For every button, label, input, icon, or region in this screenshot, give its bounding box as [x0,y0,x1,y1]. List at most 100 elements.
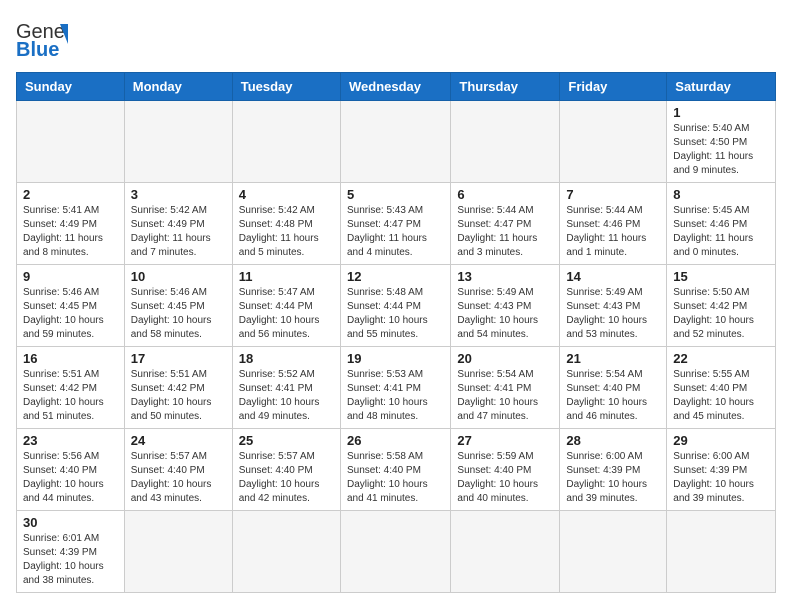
calendar-day-cell: 29 Sunrise: 6:00 AM Sunset: 4:39 PM Dayli… [667,429,776,511]
calendar-day-cell: 11 Sunrise: 5:47 AM Sunset: 4:44 PM Dayli… [232,265,340,347]
day-info: Sunrise: 5:57 AM Sunset: 4:40 PM Dayligh… [131,450,226,506]
day-info: Sunrise: 6:00 AM Sunset: 4:39 PM Dayligh… [566,450,660,506]
calendar-week-row: 1 Sunrise: 5:40 AM Sunset: 4:50 PM Daylig… [17,101,776,183]
day-info: Sunrise: 5:56 AM Sunset: 4:40 PM Dayligh… [23,450,118,506]
day-info: Sunrise: 5:46 AM Sunset: 4:45 PM Dayligh… [131,286,226,342]
day-number: 11 [239,269,334,284]
calendar-day-cell: 23 Sunrise: 5:56 AM Sunset: 4:40 PM Dayli… [17,429,125,511]
day-number: 13 [457,269,553,284]
calendar-day-cell: 14 Sunrise: 5:49 AM Sunset: 4:43 PM Dayli… [560,265,667,347]
day-number: 3 [131,187,226,202]
day-number: 19 [347,351,444,366]
day-info: Sunrise: 5:40 AM Sunset: 4:50 PM Dayligh… [673,122,769,178]
calendar-day-cell [560,101,667,183]
day-number: 8 [673,187,769,202]
day-info: Sunrise: 5:41 AM Sunset: 4:49 PM Dayligh… [23,204,118,260]
day-number: 18 [239,351,334,366]
day-info: Sunrise: 5:46 AM Sunset: 4:45 PM Dayligh… [23,286,118,342]
weekday-header: Tuesday [232,73,340,101]
calendar-day-cell: 4Sunrise: 5:42 AM Sunset: 4:48 PM Daylig… [232,183,340,265]
calendar-body: 1 Sunrise: 5:40 AM Sunset: 4:50 PM Daylig… [17,101,776,593]
day-info: Sunrise: 6:01 AM Sunset: 4:39 PM Dayligh… [23,532,118,588]
day-number: 24 [131,433,226,448]
day-number: 22 [673,351,769,366]
day-number: 1 [673,105,769,120]
calendar-day-cell: 19 Sunrise: 5:53 AM Sunset: 4:41 PM Dayli… [340,347,450,429]
calendar-day-cell: 22 Sunrise: 5:55 AM Sunset: 4:40 PM Dayli… [667,347,776,429]
calendar-day-cell [560,511,667,593]
day-number: 27 [457,433,553,448]
day-number: 29 [673,433,769,448]
calendar-day-cell [232,511,340,593]
day-number: 16 [23,351,118,366]
day-number: 2 [23,187,118,202]
day-number: 10 [131,269,226,284]
day-number: 9 [23,269,118,284]
calendar-day-cell [232,101,340,183]
day-number: 17 [131,351,226,366]
weekday-header: Friday [560,73,667,101]
calendar-day-cell: 21 Sunrise: 5:54 AM Sunset: 4:40 PM Dayli… [560,347,667,429]
day-info: Sunrise: 6:00 AM Sunset: 4:39 PM Dayligh… [673,450,769,506]
calendar-day-cell: 6 Sunrise: 5:44 AM Sunset: 4:47 PM Daylig… [451,183,560,265]
calendar-day-cell: 27Sunrise: 5:59 AM Sunset: 4:40 PM Dayli… [451,429,560,511]
calendar-day-cell: 13 Sunrise: 5:49 AM Sunset: 4:43 PM Dayli… [451,265,560,347]
day-number: 14 [566,269,660,284]
day-info: Sunrise: 5:54 AM Sunset: 4:40 PM Dayligh… [566,368,660,424]
calendar-day-cell: 8 Sunrise: 5:45 AM Sunset: 4:46 PM Daylig… [667,183,776,265]
calendar-day-cell: 1 Sunrise: 5:40 AM Sunset: 4:50 PM Daylig… [667,101,776,183]
logo-icon: General Blue [16,16,68,60]
day-info: Sunrise: 5:48 AM Sunset: 4:44 PM Dayligh… [347,286,444,342]
day-number: 21 [566,351,660,366]
day-info: Sunrise: 5:58 AM Sunset: 4:40 PM Dayligh… [347,450,444,506]
calendar-day-cell: 28Sunrise: 6:00 AM Sunset: 4:39 PM Dayli… [560,429,667,511]
calendar-week-row: 2 Sunrise: 5:41 AM Sunset: 4:49 PM Daylig… [17,183,776,265]
calendar-day-cell [124,101,232,183]
day-number: 15 [673,269,769,284]
calendar-day-cell: 7Sunrise: 5:44 AM Sunset: 4:46 PM Daylig… [560,183,667,265]
day-number: 30 [23,515,118,530]
day-info: Sunrise: 5:44 AM Sunset: 4:47 PM Dayligh… [457,204,553,260]
day-number: 20 [457,351,553,366]
calendar-day-cell [340,101,450,183]
calendar-day-cell: 10 Sunrise: 5:46 AM Sunset: 4:45 PM Dayli… [124,265,232,347]
day-info: Sunrise: 5:49 AM Sunset: 4:43 PM Dayligh… [566,286,660,342]
calendar: SundayMondayTuesdayWednesdayThursdayFrid… [16,72,776,593]
day-number: 6 [457,187,553,202]
day-info: Sunrise: 5:43 AM Sunset: 4:47 PM Dayligh… [347,204,444,260]
logo: General Blue [16,16,68,60]
calendar-day-cell: 18 Sunrise: 5:52 AM Sunset: 4:41 PM Dayli… [232,347,340,429]
day-info: Sunrise: 5:54 AM Sunset: 4:41 PM Dayligh… [457,368,553,424]
day-info: Sunrise: 5:50 AM Sunset: 4:42 PM Dayligh… [673,286,769,342]
calendar-day-cell: 16 Sunrise: 5:51 AM Sunset: 4:42 PM Dayli… [17,347,125,429]
calendar-day-cell: 9 Sunrise: 5:46 AM Sunset: 4:45 PM Daylig… [17,265,125,347]
calendar-day-cell [451,101,560,183]
day-number: 25 [239,433,334,448]
calendar-day-cell [17,101,125,183]
day-info: Sunrise: 5:53 AM Sunset: 4:41 PM Dayligh… [347,368,444,424]
calendar-day-cell [124,511,232,593]
calendar-week-row: 30 Sunrise: 6:01 AM Sunset: 4:39 PM Dayli… [17,511,776,593]
weekday-header: Sunday [17,73,125,101]
day-info: Sunrise: 5:55 AM Sunset: 4:40 PM Dayligh… [673,368,769,424]
calendar-day-cell [451,511,560,593]
day-number: 7 [566,187,660,202]
calendar-day-cell: 25 Sunrise: 5:57 AM Sunset: 4:40 PM Dayli… [232,429,340,511]
header: General Blue [16,16,776,60]
day-info: Sunrise: 5:45 AM Sunset: 4:46 PM Dayligh… [673,204,769,260]
day-info: Sunrise: 5:57 AM Sunset: 4:40 PM Dayligh… [239,450,334,506]
calendar-week-row: 23 Sunrise: 5:56 AM Sunset: 4:40 PM Dayli… [17,429,776,511]
day-info: Sunrise: 5:42 AM Sunset: 4:49 PM Dayligh… [131,204,226,260]
weekday-header-row: SundayMondayTuesdayWednesdayThursdayFrid… [17,73,776,101]
day-info: Sunrise: 5:49 AM Sunset: 4:43 PM Dayligh… [457,286,553,342]
day-info: Sunrise: 5:51 AM Sunset: 4:42 PM Dayligh… [23,368,118,424]
calendar-day-cell: 12 Sunrise: 5:48 AM Sunset: 4:44 PM Dayli… [340,265,450,347]
weekday-header: Wednesday [340,73,450,101]
calendar-day-cell: 20 Sunrise: 5:54 AM Sunset: 4:41 PM Dayli… [451,347,560,429]
day-info: Sunrise: 5:47 AM Sunset: 4:44 PM Dayligh… [239,286,334,342]
day-number: 23 [23,433,118,448]
calendar-day-cell: 15 Sunrise: 5:50 AM Sunset: 4:42 PM Dayli… [667,265,776,347]
day-number: 12 [347,269,444,284]
calendar-day-cell [667,511,776,593]
day-info: Sunrise: 5:52 AM Sunset: 4:41 PM Dayligh… [239,368,334,424]
